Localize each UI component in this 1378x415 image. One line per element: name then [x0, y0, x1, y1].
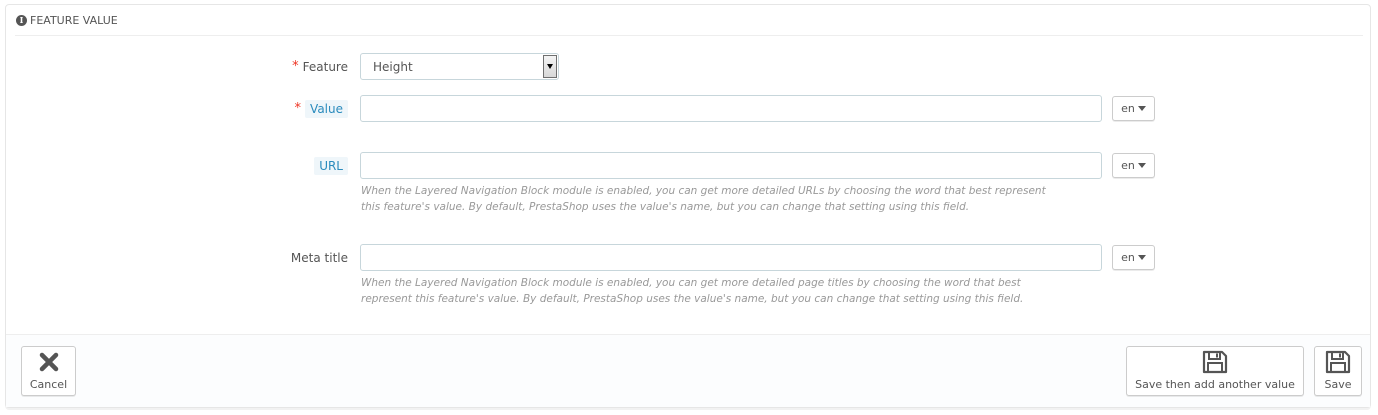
feature-select-value: Height: [373, 59, 413, 74]
save-icon: [1202, 350, 1228, 374]
help-line: represent this feature's value. By defau…: [361, 293, 1024, 305]
required-mark: *: [292, 59, 299, 74]
caret-down-icon: [1137, 163, 1146, 168]
save-and-add-another-label: Save then add another value: [1135, 378, 1295, 391]
feature-select[interactable]: Height: [360, 53, 559, 80]
meta-title-label-text: Meta title: [290, 250, 348, 265]
panel-heading: i FEATURE VALUE: [15, 5, 1363, 36]
meta-title-label: Meta title: [291, 244, 348, 271]
panel-title: FEATURE VALUE: [30, 13, 118, 27]
value-label-text: Value: [305, 99, 348, 118]
url-label: URL: [314, 152, 348, 179]
url-language-dropdown[interactable]: en: [1112, 153, 1155, 178]
value-language-dropdown[interactable]: en: [1112, 96, 1155, 121]
value-label: * Value: [295, 95, 348, 122]
dropdown-arrow-icon[interactable]: [543, 55, 557, 78]
close-icon: [39, 350, 59, 374]
help-line: this feature's value. By default, Presta…: [361, 201, 970, 213]
cancel-button[interactable]: Cancel: [21, 346, 76, 396]
required-mark: *: [294, 101, 302, 116]
language-code: en: [1121, 159, 1135, 172]
url-input[interactable]: [360, 152, 1102, 179]
meta-title-input[interactable]: [360, 244, 1102, 271]
feature-label-text: Feature: [302, 59, 348, 74]
meta-title-help-text: When the Layered Navigation Block module…: [361, 275, 1101, 307]
save-button[interactable]: Save: [1314, 346, 1362, 396]
save-and-add-another-button[interactable]: Save then add another value: [1126, 346, 1304, 396]
panel-footer: Cancel Save then add another value Save: [6, 334, 1370, 407]
url-help-text: When the Layered Navigation Block module…: [361, 183, 1101, 215]
cancel-button-label: Cancel: [29, 378, 68, 391]
value-input[interactable]: [360, 95, 1102, 122]
caret-down-icon: [1137, 106, 1146, 111]
caret-down-icon: [1137, 255, 1146, 260]
help-line: When the Layered Navigation Block module…: [361, 277, 1021, 289]
url-label-text: URL: [314, 156, 348, 175]
info-circle-icon: i: [16, 14, 27, 26]
language-code: en: [1121, 102, 1135, 115]
feature-label: * Feature: [292, 53, 348, 80]
meta-title-language-dropdown[interactable]: en: [1112, 245, 1155, 270]
language-code: en: [1121, 251, 1135, 264]
save-button-label: Save: [1324, 378, 1352, 391]
help-line: When the Layered Navigation Block module…: [361, 185, 1046, 197]
save-icon: [1325, 350, 1351, 374]
feature-value-panel: i FEATURE VALUE * Feature Height * Value…: [5, 4, 1371, 408]
